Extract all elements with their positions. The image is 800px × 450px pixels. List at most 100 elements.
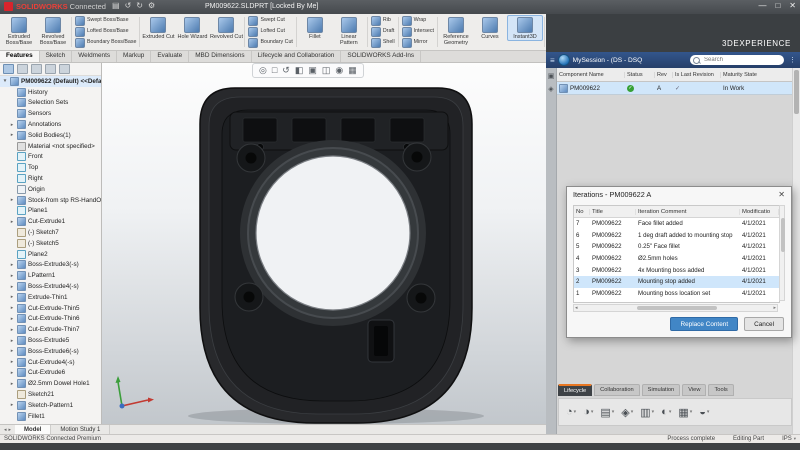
kebab-menu-icon[interactable]: ⋮ xyxy=(789,56,796,64)
display-style-icon[interactable]: ◫ xyxy=(322,65,331,76)
boundary-boss-button[interactable]: Boundary Boss/Base xyxy=(75,38,136,48)
expander-icon[interactable]: ▸ xyxy=(9,197,15,203)
hole-wizard-button[interactable]: Hole Wizard xyxy=(175,15,209,40)
tree-item[interactable]: ▸Boss-Extrude5 xyxy=(0,335,101,346)
close-button[interactable]: ✕ xyxy=(789,1,796,10)
panel-scrollbar-thumb[interactable] xyxy=(794,70,799,114)
view-settings-icon[interactable]: ▦ xyxy=(348,65,357,76)
expander-icon[interactable]: ▸ xyxy=(9,305,15,311)
home-rail-icon[interactable]: ▣ xyxy=(548,72,555,80)
tree-item[interactable]: ▸Cut-Extrude1 xyxy=(0,216,101,227)
tab-markup[interactable]: Markup xyxy=(117,51,151,62)
tree-item[interactable]: ▸Boss-Extrude3(-s) xyxy=(0,260,101,271)
panel-tab-simulation[interactable]: Simulation xyxy=(642,384,681,396)
expander-icon[interactable]: ▸ xyxy=(9,294,15,300)
panel-tab-collaboration[interactable]: Collaboration xyxy=(594,384,640,396)
maturity-button[interactable]: ◔▾ xyxy=(566,406,576,418)
shell-button[interactable]: Shell xyxy=(371,38,395,48)
tab-lifecycle-and-collaboration[interactable]: Lifecycle and Collaboration xyxy=(252,51,342,62)
expander-icon[interactable]: ▸ xyxy=(9,273,15,279)
tab-weldments[interactable]: Weldments xyxy=(72,51,117,62)
revolved-cut-button[interactable]: Revolved Cut xyxy=(209,15,243,40)
tree-item[interactable]: ▸Boss-Extrude6(-s) xyxy=(0,346,101,357)
tree-item[interactable]: ▸Cut-Extrude6 xyxy=(0,368,101,379)
iterations-vertical-scrollbar[interactable] xyxy=(779,205,785,301)
extruded-boss-button[interactable]: Extruded Boss/Base xyxy=(2,15,36,46)
doc-tabs-left-arrow-icon[interactable]: ◂ xyxy=(4,427,7,433)
expander-icon[interactable]: ▸ xyxy=(9,316,15,322)
tree-item[interactable]: ▸Cut-Extrude-Thin7 xyxy=(0,324,101,335)
curves-button[interactable]: Curves xyxy=(473,15,507,40)
minimize-button[interactable]: — xyxy=(758,1,766,10)
tree-root-item[interactable]: ▾PM009622 (Default) <<Default>_Photo xyxy=(0,76,101,87)
iteration-row[interactable]: 5PM0096220.25" Face fillet4/1/2021 xyxy=(574,241,779,253)
fillet-button[interactable]: Fillet xyxy=(298,15,332,40)
tree-item[interactable]: Plane2 xyxy=(0,249,101,260)
hscroll-left-arrow-icon[interactable]: ◂ xyxy=(575,305,578,311)
tree-item[interactable]: ▸Annotations xyxy=(0,119,101,130)
expander-icon[interactable]: ▸ xyxy=(9,338,15,344)
tree-item[interactable]: (-) Sketch7 xyxy=(0,227,101,238)
iteration-row[interactable]: 2PM009622Mounting stop added4/1/2021 xyxy=(574,276,779,288)
3ds-compass-icon[interactable] xyxy=(558,54,570,66)
save-to-platform-button[interactable]: ▥▾ xyxy=(640,406,654,419)
iterations-hscroll-thumb[interactable] xyxy=(637,306,717,310)
tab-features[interactable]: Features xyxy=(0,51,40,62)
feature-tree-tab-icon[interactable] xyxy=(3,64,14,74)
revisions-button[interactable]: ◑▾ xyxy=(583,406,593,418)
redo-icon[interactable]: ↻ xyxy=(136,1,143,10)
undo-icon[interactable]: ↺ xyxy=(125,1,132,10)
cancel-button[interactable]: Cancel xyxy=(744,317,784,331)
expander-icon[interactable]: ▸ xyxy=(9,122,15,128)
search-input[interactable] xyxy=(702,56,776,64)
part-3d-model[interactable] xyxy=(102,62,546,424)
draft-button[interactable]: Draft xyxy=(371,27,395,37)
zoom-fit-icon[interactable]: ◎ xyxy=(259,65,267,76)
expander-icon[interactable]: ▸ xyxy=(9,219,15,225)
configuration-tab-icon[interactable] xyxy=(31,64,42,74)
zoom-area-icon[interactable]: □ xyxy=(272,65,277,76)
share-button[interactable]: ▦▾ xyxy=(678,406,692,419)
expander-icon[interactable]: ▸ xyxy=(9,359,15,365)
property-manager-tab-icon[interactable] xyxy=(17,64,28,74)
hscroll-right-arrow-icon[interactable]: ▸ xyxy=(773,305,776,311)
panel-tab-view[interactable]: View xyxy=(682,384,706,396)
revolved-boss-button[interactable]: Revolved Boss/Base xyxy=(36,15,70,46)
reference-geometry-button[interactable]: Reference Geometry xyxy=(439,15,473,46)
view-orientation-icon[interactable]: ▣ xyxy=(308,65,317,76)
previous-view-icon[interactable]: ↺ xyxy=(282,65,290,76)
tab-solidworks-add-ins[interactable]: SOLIDWORKS Add-Ins xyxy=(341,51,421,62)
tree-item[interactable]: Sensors xyxy=(0,108,101,119)
hide-show-items-icon[interactable]: ◉ xyxy=(335,65,343,76)
panel-tab-tools[interactable]: Tools xyxy=(708,384,733,396)
panel-tab-lifecycle[interactable]: Lifecycle xyxy=(558,384,592,396)
dialog-close-icon[interactable]: ✕ xyxy=(778,190,785,199)
tab-sketch[interactable]: Sketch xyxy=(40,51,73,62)
info-button[interactable]: ◒▾ xyxy=(699,406,709,418)
mirror-button[interactable]: Mirror xyxy=(402,38,434,48)
tree-item[interactable]: ▸Extrude-Thin1 xyxy=(0,292,101,303)
tab-mbd-dimensions[interactable]: MBD Dimensions xyxy=(189,51,251,62)
tree-item[interactable]: Origin xyxy=(0,184,101,195)
graphics-viewport[interactable]: ◎ □ ↺ ◧ ▣ ◫ ◉ ▦ xyxy=(102,62,546,424)
tree-item[interactable]: Right xyxy=(0,173,101,184)
tree-item[interactable]: ▸Stock-from stp RS-HandOff-BTC... xyxy=(0,195,101,206)
maximize-button[interactable]: □ xyxy=(775,1,780,10)
apps-rail-icon[interactable]: ◈ xyxy=(548,85,553,93)
iteration-row[interactable]: 1PM009622Mounting boss location set4/1/2… xyxy=(574,288,779,300)
panel-scrollbar[interactable] xyxy=(792,68,800,434)
tree-item[interactable]: ▸Cut-Extrude-Thin6 xyxy=(0,314,101,325)
section-view-icon[interactable]: ◧ xyxy=(295,65,304,76)
tree-item[interactable]: (-) Sketch5 xyxy=(0,238,101,249)
tree-item[interactable]: Material <not specified> xyxy=(0,141,101,152)
lock-button[interactable]: ◈▾ xyxy=(621,406,633,419)
session-table-row[interactable]: PM009622 ✓ A ✓ In Work xyxy=(557,82,793,95)
tree-item[interactable]: ▸Cut-Extrude-Thin5 xyxy=(0,303,101,314)
iteration-row[interactable]: 7PM009622Face fillet added4/1/2021 xyxy=(574,218,779,230)
iterations-vscroll-thumb[interactable] xyxy=(781,218,785,252)
iteration-row[interactable]: 6PM0096221 deg draft added to mounting s… xyxy=(574,230,779,242)
options-gear-icon[interactable]: ⚙ xyxy=(148,1,155,10)
expander-icon[interactable]: ▸ xyxy=(9,327,15,333)
lofted-cut-button[interactable]: Lofted Cut xyxy=(248,27,292,37)
boundary-cut-button[interactable]: Boundary Cut xyxy=(248,38,292,48)
